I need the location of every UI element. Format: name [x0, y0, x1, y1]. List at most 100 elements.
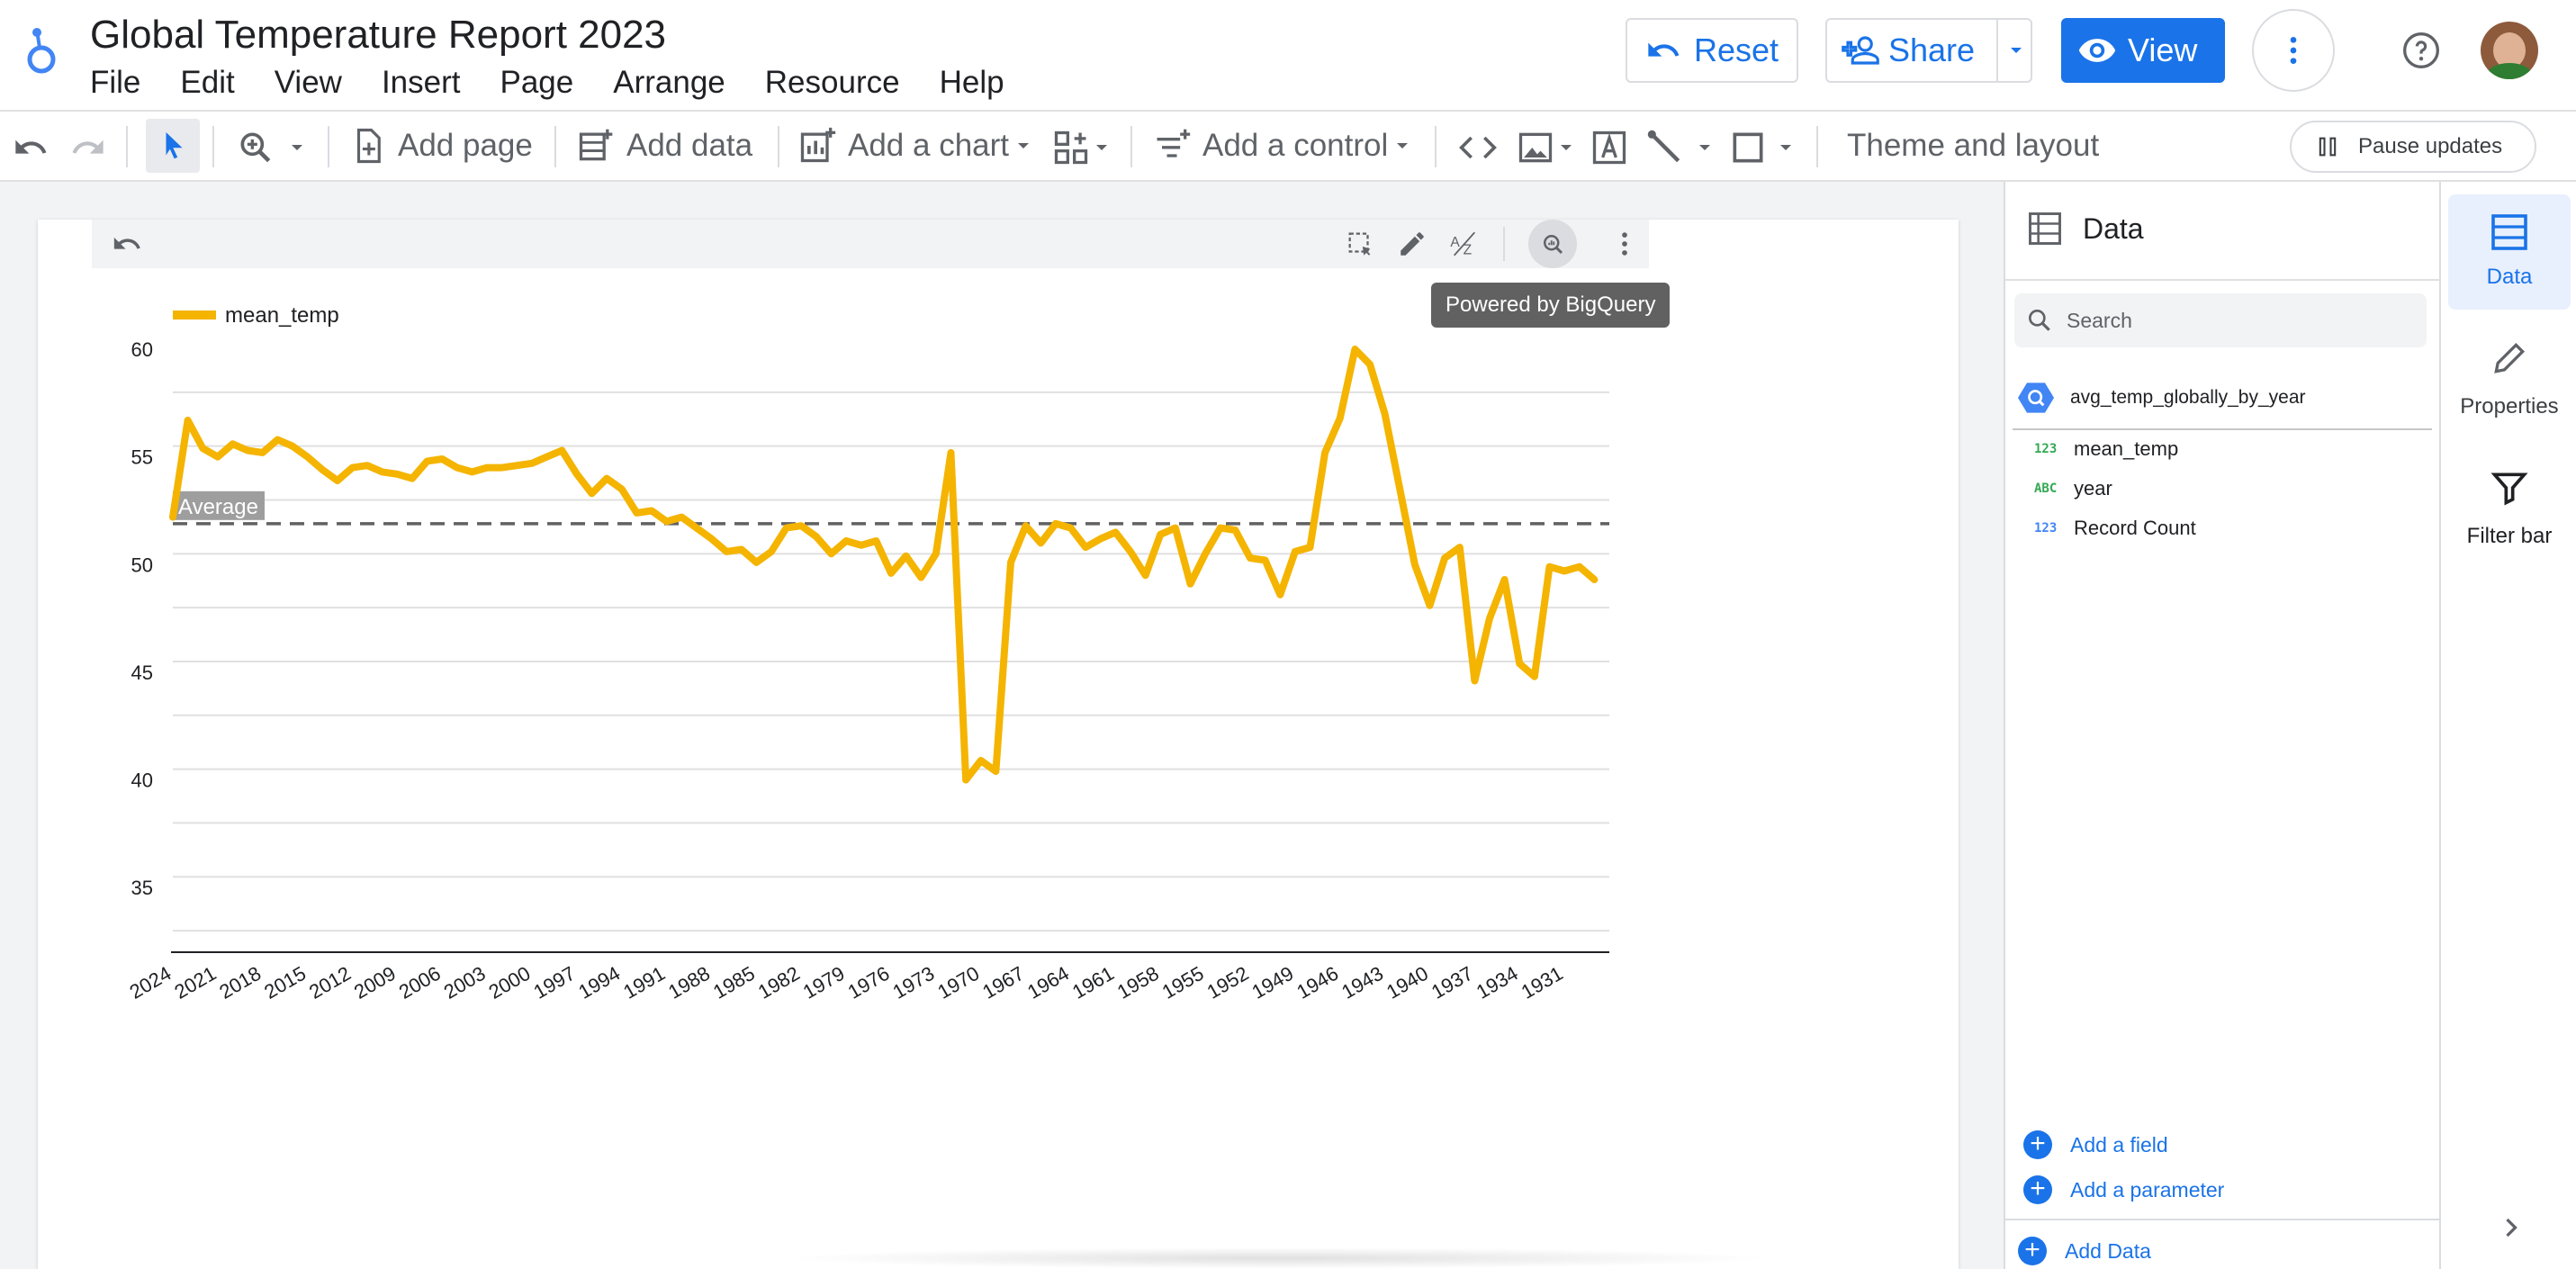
tab-data[interactable]: Data [2448, 194, 2571, 310]
avatar[interactable] [2481, 22, 2538, 79]
share-button[interactable]: Share [1825, 18, 2032, 83]
bigquery-button[interactable] [1528, 220, 1577, 268]
theme-and-layout-label: Theme and layout [1847, 128, 2100, 163]
data-source-item[interactable]: avg_temp_globally_by_year [2018, 380, 2306, 416]
menu-file[interactable]: File [90, 65, 140, 101]
select-tool[interactable] [146, 119, 200, 173]
editor-toolbar: Add page Add data Add a chart Add a cont… [0, 110, 2576, 182]
x-tick-label: 1970 [933, 962, 983, 1004]
field-search-input[interactable]: Search [2014, 293, 2427, 347]
share-dropdown-arrow-icon[interactable] [2005, 40, 2027, 61]
image-icon[interactable] [1516, 128, 1555, 167]
more-options-button[interactable] [2252, 9, 2335, 92]
bigquery-icon [1544, 235, 1563, 255]
x-tick-label: 1961 [1068, 962, 1118, 1004]
tab-filter-bar-label: Filter bar [2466, 524, 2553, 548]
select-area-icon[interactable] [1345, 229, 1375, 259]
x-tick-label: 1943 [1338, 962, 1387, 1004]
x-tick-label: 1949 [1247, 962, 1297, 1004]
chevron-right-icon[interactable] [2495, 1211, 2527, 1244]
add-data-button[interactable]: Add data [576, 112, 752, 180]
add-chart-label: Add a chart [848, 128, 1009, 163]
menu-view[interactable]: View [275, 65, 342, 101]
field-item-year[interactable]: ABC year [2034, 477, 2112, 500]
image-dropdown-icon[interactable] [1555, 137, 1577, 158]
zoom-dropdown-icon[interactable] [286, 137, 308, 158]
more-vert-icon[interactable] [1609, 229, 1640, 259]
number-type-icon: 123 [2034, 442, 2058, 456]
tab-properties-label: Properties [2460, 394, 2559, 418]
sort-az-icon[interactable]: AZ [1449, 229, 1480, 259]
x-tick-label: 1934 [1473, 962, 1522, 1004]
text-box-icon[interactable] [1590, 128, 1629, 167]
svg-text:A: A [1450, 235, 1460, 250]
x-tick-label: 1985 [709, 962, 759, 1004]
community-dropdown-icon[interactable] [1091, 137, 1112, 158]
tab-filter-bar[interactable]: Filter bar [2448, 455, 2571, 563]
menu-help[interactable]: Help [940, 65, 1004, 101]
add-chart-icon [800, 127, 836, 163]
add-parameter-link[interactable]: + Add a parameter [2023, 1175, 2224, 1204]
line-chart[interactable]: 354045505560 202420212018201520122009200… [108, 288, 1638, 1026]
embed-code-icon[interactable] [1458, 128, 1498, 167]
line-dropdown-icon[interactable] [1694, 137, 1716, 158]
x-tick-label: 2012 [305, 962, 355, 1004]
x-tick-label: 1931 [1518, 962, 1567, 1004]
add-data-label: Add Data [2065, 1238, 2151, 1263]
x-tick-label: 1967 [978, 962, 1028, 1004]
tab-properties[interactable]: Properties [2448, 326, 2571, 434]
field-name: Record Count [2074, 517, 2196, 539]
data-table-icon [2029, 212, 2061, 245]
add-chart-button[interactable]: Add a chart [797, 112, 1034, 180]
tab-data-label: Data [2486, 265, 2533, 289]
x-tick-label: 1955 [1158, 962, 1208, 1004]
undo-icon[interactable] [112, 229, 142, 259]
add-person-icon [1842, 36, 1879, 65]
add-page-button[interactable]: Add page [349, 112, 533, 180]
x-tick-label: 1988 [664, 962, 714, 1004]
add-page-label: Add page [398, 128, 533, 163]
data-panel-title: Data [2083, 212, 2144, 245]
report-title[interactable]: Global Temperature Report 2023 [90, 13, 666, 58]
menu-insert[interactable]: Insert [382, 65, 461, 101]
field-item-mean-temp[interactable]: 123 mean_temp [2034, 437, 2178, 461]
x-tick-label: 2000 [485, 962, 535, 1004]
eye-icon [2078, 39, 2116, 62]
menu-page[interactable]: Page [500, 65, 574, 101]
redo-icon[interactable] [70, 130, 106, 166]
x-tick-label: 1982 [754, 962, 804, 1004]
x-tick-label: 1958 [1113, 962, 1163, 1004]
divider [2005, 279, 2439, 281]
add-circle-icon: + [2023, 1130, 2052, 1159]
menu-arrange[interactable]: Arrange [613, 65, 725, 101]
x-tick-label: 2018 [215, 962, 265, 1004]
add-field-link[interactable]: + Add a field [2023, 1130, 2168, 1159]
edit-pencil-icon[interactable] [1397, 229, 1428, 259]
add-circle-icon: + [2023, 1175, 2052, 1204]
x-tick-label: 1976 [844, 962, 894, 1004]
field-name: mean_temp [2074, 437, 2179, 460]
field-item-record-count[interactable]: 123 Record Count [2034, 517, 2196, 540]
menu-bar: File Edit View Insert Page Arrange Resou… [90, 65, 1044, 101]
search-placeholder: Search [2067, 308, 2132, 332]
undo-icon[interactable] [13, 130, 49, 166]
shape-dropdown-icon[interactable] [1775, 137, 1797, 158]
zoom-icon[interactable] [236, 128, 275, 167]
add-circle-icon: + [2018, 1237, 2047, 1265]
menu-resource[interactable]: Resource [765, 65, 900, 101]
line-icon[interactable] [1645, 128, 1685, 167]
number-type-icon: 123 [2034, 521, 2058, 536]
divider [2013, 428, 2432, 430]
view-button[interactable]: View [2061, 18, 2225, 83]
reset-button[interactable]: Reset [1626, 18, 1798, 83]
menu-edit[interactable]: Edit [180, 65, 234, 101]
pause-updates-button[interactable]: Pause updates [2290, 121, 2536, 173]
help-icon[interactable] [2401, 31, 2441, 70]
add-data-link[interactable]: + Add Data [2018, 1237, 2151, 1265]
community-visualizations-icon[interactable] [1051, 128, 1091, 167]
shape-icon[interactable] [1728, 128, 1768, 167]
theme-and-layout-button[interactable]: Theme and layout [1847, 112, 2099, 180]
add-data-label: Add data [626, 128, 753, 163]
add-control-button[interactable]: Add a control [1152, 112, 1413, 180]
add-control-label: Add a control [1202, 128, 1389, 163]
